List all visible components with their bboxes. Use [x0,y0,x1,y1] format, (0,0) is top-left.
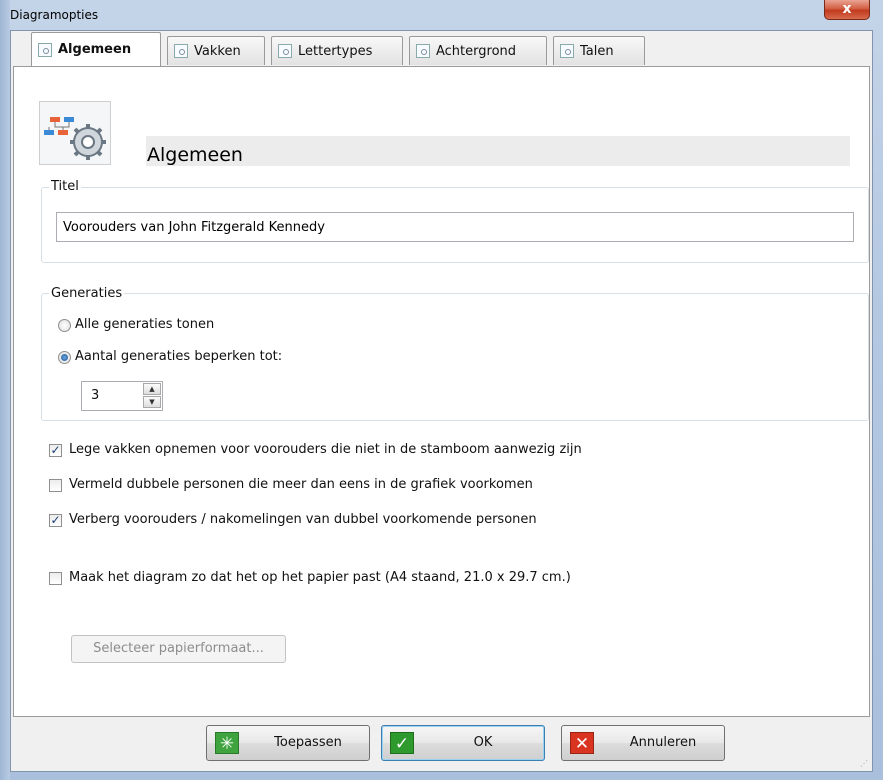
close-icon: x [842,1,852,17]
title-bar[interactable]: Diagramopties x [0,0,883,30]
tab-vakken[interactable]: Vakken [167,36,265,65]
checkbox-fit-paper[interactable] [49,572,62,585]
tab-label: Lettertypes [298,43,373,59]
ok-label: OK [473,735,493,750]
select-paper-button[interactable]: Selecteer papierformaat... [71,635,286,663]
title-input[interactable] [56,212,854,242]
tab-label: Achtergrond [436,43,517,59]
radio-all-generations[interactable] [58,319,71,332]
header-strip [146,136,850,166]
checkbox-fit-paper-label[interactable]: Maak het diagram zo dat het op het papie… [69,570,571,585]
tab-achtergrond[interactable]: Achtergrond [409,36,547,65]
tab-algemeen[interactable]: Algemeen [31,32,161,66]
generation-count-stepper[interactable]: 3 ▲ ▼ [81,381,163,411]
checkbox-duplicates[interactable] [49,479,62,492]
checkmark-icon: ✓ [390,732,414,754]
apply-label: Toepassen [274,735,342,750]
resize-grip[interactable]: ⋰ [860,759,870,769]
tab-label: Vakken [194,43,241,59]
dialog-client: Algemeen Vakken Lettertypes Achtergrond … [10,30,873,772]
diagram-settings-icon [39,101,111,165]
titel-legend: Titel [49,179,81,194]
generation-count-value[interactable]: 3 [91,388,99,403]
window-title: Diagramopties [10,8,99,22]
checkbox-duplicates-label[interactable]: Vermeld dubbele personen die meer dan ee… [69,477,533,492]
cancel-x-icon: ✕ [570,732,594,754]
checkbox-empty-boxes-label[interactable]: Lege vakken opnemen voor voorouders die … [69,442,582,457]
apply-icon: ✳ [215,732,239,754]
checkbox-empty-boxes[interactable]: ✓ [49,444,62,457]
radio-limit-label[interactable]: Aantal generaties beperken tot: [75,349,282,364]
ok-button[interactable]: ✓ OK [381,725,545,761]
settings-icon [278,44,292,58]
apply-button[interactable]: ✳ Toepassen [206,725,370,761]
settings-icon [174,44,188,58]
tab-talen[interactable]: Talen [553,36,645,65]
tab-lettertypes[interactable]: Lettertypes [271,36,403,65]
cancel-button[interactable]: ✕ Annuleren [561,725,725,761]
settings-icon [416,44,430,58]
cancel-label: Annuleren [629,735,697,750]
settings-icon [560,44,574,58]
window-frame: Diagramopties x Algemeen Vakken Letterty… [0,0,883,780]
stepper-up-icon[interactable]: ▲ [143,383,161,395]
tab-label: Talen [580,43,614,59]
generaties-legend: Generaties [49,286,125,301]
stepper-arrows: ▲ ▼ [143,383,161,409]
radio-limit-generations[interactable] [58,351,71,364]
radio-all-label[interactable]: Alle generaties tonen [75,317,214,332]
stepper-down-icon[interactable]: ▼ [143,396,161,408]
tab-strip: Algemeen Vakken Lettertypes Achtergrond … [11,31,872,67]
checkbox-hide-duplicates-label[interactable]: Verberg voorouders / nakomelingen van du… [69,512,537,527]
page-title: Algemeen [147,144,243,166]
tab-label: Algemeen [58,42,132,57]
settings-icon [38,42,52,57]
checkbox-hide-duplicates[interactable]: ✓ [49,514,62,527]
close-button[interactable]: x [824,0,870,20]
